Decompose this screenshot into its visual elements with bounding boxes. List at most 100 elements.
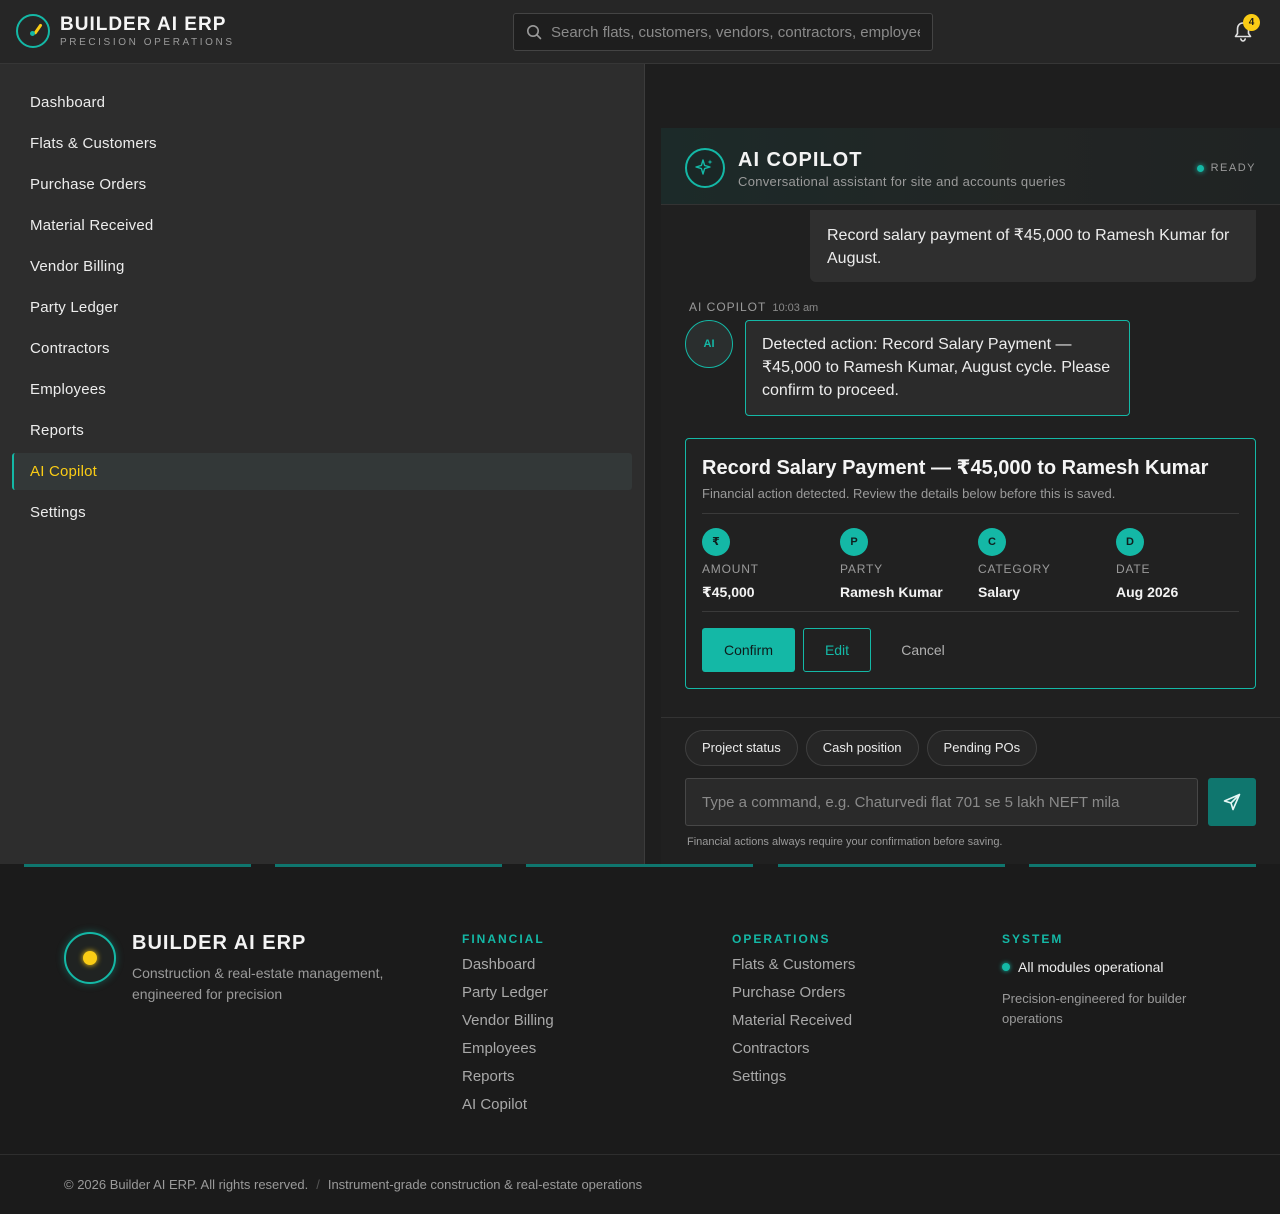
- category-icon: C: [978, 528, 1006, 556]
- sidebar-item-reports[interactable]: Reports: [12, 412, 632, 449]
- sidebar-item-employees[interactable]: Employees: [12, 371, 632, 408]
- copilot-panel: AI COPILOT Conversational assistant for …: [661, 128, 1280, 864]
- cancel-button[interactable]: Cancel: [879, 628, 967, 672]
- sidebar: Dashboard Flats & Customers Purchase Ord…: [0, 64, 645, 864]
- ai-message: Detected action: Record Salary Payment —…: [745, 320, 1130, 416]
- footer-link-vendor-billing[interactable]: Vendor Billing: [462, 1012, 554, 1030]
- footer-logo-icon: [64, 932, 116, 984]
- footer-bottom-bar: © 2026 Builder AI ERP. All rights reserv…: [0, 1154, 1280, 1214]
- footer-link-purchase-orders[interactable]: Purchase Orders: [732, 984, 855, 1002]
- suggestion-chips: Project status Cash position Pending POs: [685, 730, 1045, 766]
- footer-link-party-ledger[interactable]: Party Ledger: [462, 984, 554, 1002]
- top-bar: BUILDER AI ERP PRECISION OPERATIONS 4: [0, 0, 1280, 64]
- search-icon: [527, 25, 542, 40]
- footer-link-dashboard[interactable]: Dashboard: [462, 956, 554, 974]
- action-confirmation-card: Record Salary Payment — ₹45,000 to Rames…: [685, 438, 1256, 689]
- notifications-button[interactable]: 4: [1232, 14, 1260, 44]
- sidebar-item-contractors[interactable]: Contractors: [12, 330, 632, 367]
- send-button[interactable]: [1208, 778, 1256, 826]
- date-icon: D: [1116, 528, 1144, 556]
- chip-cash-position[interactable]: Cash position: [805, 730, 919, 766]
- footer-brand: BUILDER AI ERP: [132, 932, 307, 954]
- avatar: AI: [685, 320, 733, 368]
- system-status-text: All modules operational: [1018, 959, 1164, 975]
- sidebar-item-party-ledger[interactable]: Party Ledger: [12, 289, 632, 326]
- status-badge: READY: [1196, 162, 1256, 174]
- field-value: Ramesh Kumar: [840, 584, 943, 600]
- field-label: PARTY: [840, 562, 883, 576]
- field-value: Aug 2026: [1116, 584, 1179, 600]
- sparkle-icon: [685, 148, 725, 188]
- footer-link-flats-customers[interactable]: Flats & Customers: [732, 956, 855, 974]
- confirm-button[interactable]: Confirm: [702, 628, 795, 672]
- status-dot-icon: [1196, 164, 1204, 172]
- separator: /: [316, 1177, 320, 1192]
- composer: Project status Cash position Pending POs…: [661, 717, 1280, 864]
- footer-link-settings[interactable]: Settings: [732, 1068, 855, 1086]
- action-fields: ₹ AMOUNT ₹45,000 P PARTY Ramesh Kumar C …: [702, 513, 1239, 612]
- action-buttons: Confirm Edit Cancel: [702, 628, 967, 672]
- ai-message-meta: AI COPILOT 10:03 am: [689, 300, 818, 314]
- footer-financial: FINANCIAL Dashboard Party Ledger Vendor …: [462, 932, 554, 1114]
- footer-col-title: OPERATIONS: [732, 932, 831, 946]
- notification-count-badge: 4: [1243, 14, 1260, 31]
- search-input[interactable]: [551, 23, 920, 41]
- footer-link-ai-copilot[interactable]: AI Copilot: [462, 1096, 554, 1114]
- field-label: AMOUNT: [702, 562, 759, 576]
- user-message: Record salary payment of ₹45,000 to Rame…: [810, 210, 1256, 282]
- field-label: CATEGORY: [978, 562, 1051, 576]
- global-search[interactable]: [513, 13, 933, 51]
- sidebar-item-purchase-orders[interactable]: Purchase Orders: [12, 166, 632, 203]
- footer-link-material-received[interactable]: Material Received: [732, 1012, 855, 1030]
- sidebar-item-settings[interactable]: Settings: [12, 494, 632, 531]
- copilot-subtitle: Conversational assistant for site and ac…: [738, 174, 1066, 189]
- ai-sender: AI COPILOT: [689, 300, 767, 314]
- sidebar-item-material-received[interactable]: Material Received: [12, 207, 632, 244]
- copilot-title: AI COPILOT: [738, 149, 863, 171]
- field-label: DATE: [1116, 562, 1151, 576]
- gauge-logo-icon: [16, 14, 50, 48]
- copilot-header: AI COPILOT Conversational assistant for …: [661, 128, 1280, 205]
- field-category: C CATEGORY Salary: [978, 528, 1108, 600]
- action-subtitle: Financial action detected. Review the de…: [702, 486, 1116, 501]
- field-amount: ₹ AMOUNT ₹45,000: [702, 528, 832, 601]
- footer-link-reports[interactable]: Reports: [462, 1068, 554, 1086]
- footer-col-title: FINANCIAL: [462, 932, 545, 946]
- footer-col-title: SYSTEM: [1002, 932, 1064, 946]
- field-value: ₹45,000: [702, 584, 755, 600]
- footer-link-contractors[interactable]: Contractors: [732, 1040, 855, 1058]
- brand-subtitle: PRECISION OPERATIONS: [60, 36, 235, 48]
- tagline: Instrument-grade construction & real-est…: [327, 1177, 643, 1192]
- brand[interactable]: BUILDER AI ERP PRECISION OPERATIONS: [16, 14, 235, 48]
- footer-link-employees[interactable]: Employees: [462, 1040, 554, 1058]
- sidebar-item-vendor-billing[interactable]: Vendor Billing: [12, 248, 632, 285]
- action-title: Record Salary Payment — ₹45,000 to Rames…: [702, 457, 1209, 479]
- edit-button[interactable]: Edit: [803, 628, 871, 672]
- footer-system: SYSTEM All modules operational Precision…: [1002, 932, 1212, 1029]
- footer-description: Construction & real-estate management, e…: [132, 965, 384, 1002]
- command-input[interactable]: [685, 778, 1198, 826]
- system-status: All modules operational: [1002, 959, 1212, 975]
- copyright: © 2026 Builder AI ERP. All rights reserv…: [64, 1177, 642, 1192]
- rupee-icon: ₹: [702, 528, 730, 556]
- ai-timestamp: 10:03 am: [772, 302, 819, 314]
- brand-title: BUILDER AI ERP: [60, 13, 227, 35]
- footer-operations: OPERATIONS Flats & Customers Purchase Or…: [732, 932, 855, 1086]
- party-icon: P: [840, 528, 868, 556]
- sidebar-item-ai-copilot[interactable]: AI Copilot: [12, 453, 632, 490]
- system-description: Precision-engineered for builder operati…: [1002, 991, 1187, 1026]
- chip-project-status[interactable]: Project status: [685, 730, 798, 766]
- status-dot-icon: [1002, 963, 1010, 971]
- field-party: P PARTY Ramesh Kumar: [840, 528, 970, 600]
- main-content: AI COPILOT Conversational assistant for …: [645, 64, 1280, 864]
- composer-hint: Financial actions always require your co…: [687, 836, 1003, 848]
- copyright-text: © 2026 Builder AI ERP. All rights reserv…: [64, 1177, 309, 1192]
- sidebar-item-flats-customers[interactable]: Flats & Customers: [12, 125, 632, 162]
- chip-pending-pos[interactable]: Pending POs: [926, 730, 1038, 766]
- sidebar-item-dashboard[interactable]: Dashboard: [12, 84, 632, 121]
- send-icon: [1223, 793, 1241, 811]
- status-text: READY: [1210, 162, 1256, 174]
- footer: BUILDER AI ERP Construction & real-estat…: [0, 868, 1280, 1214]
- field-date: D DATE Aug 2026: [1116, 528, 1246, 600]
- field-value: Salary: [978, 584, 1021, 600]
